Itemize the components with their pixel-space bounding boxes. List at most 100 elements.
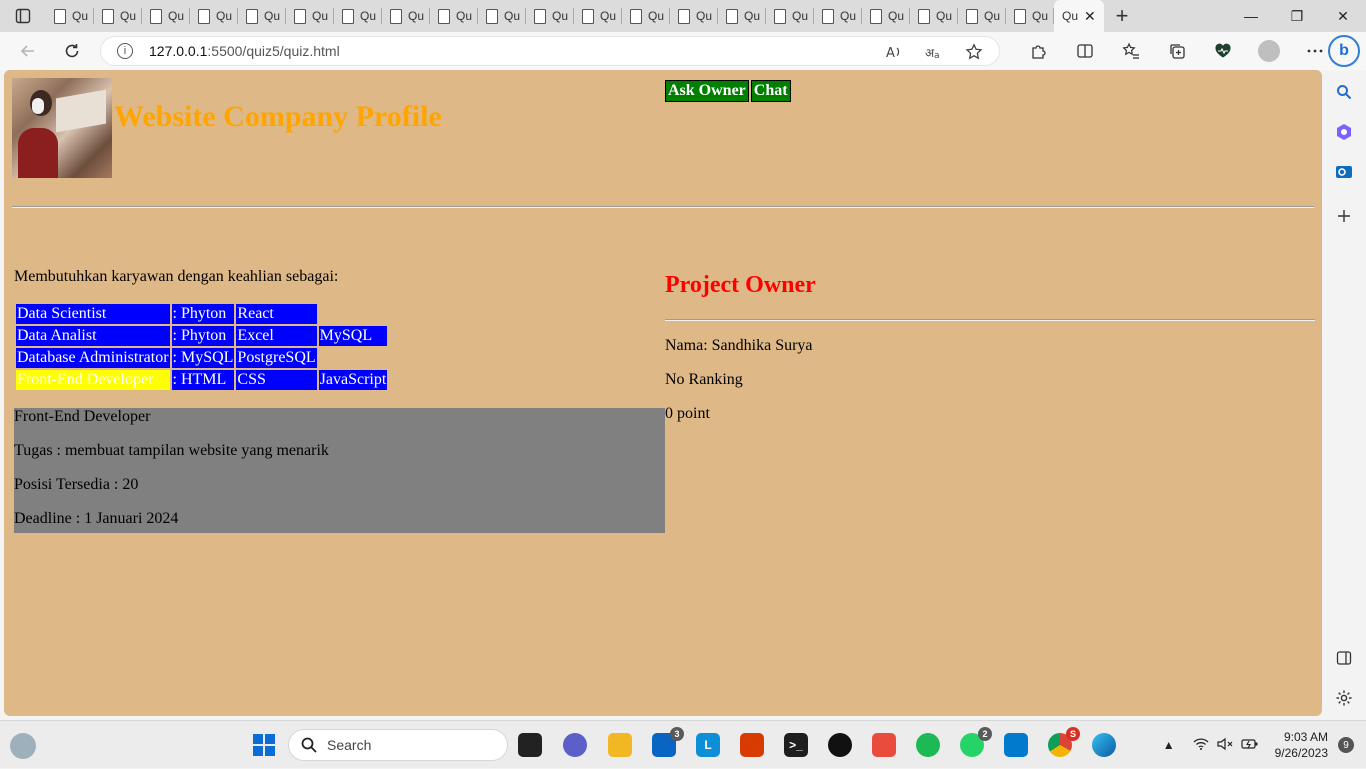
tab-actions-button[interactable]: [0, 0, 46, 32]
svg-text:a: a: [934, 51, 940, 61]
skill-role-cell: Data Analist: [16, 326, 170, 346]
tab[interactable]: Qu: [574, 0, 622, 32]
whatsapp-button[interactable]: 2: [960, 727, 992, 757]
sidebar-outlook-button[interactable]: [1334, 162, 1354, 182]
tab[interactable]: Qu: [670, 0, 718, 32]
task-view-button[interactable]: [518, 733, 542, 757]
tab[interactable]: Qu: [862, 0, 910, 32]
skill-row: Data Analist: Phyton Excel MySQL: [16, 326, 388, 346]
sidebar-copilot-button[interactable]: [1334, 122, 1354, 142]
tab[interactable]: Qu: [334, 0, 382, 32]
tab[interactable]: Qu: [382, 0, 430, 32]
detail-task: Tugas : membuat tampilan website yang me…: [14, 442, 329, 459]
skill-tool-cell: Excel: [236, 326, 317, 346]
read-aloud-icon[interactable]: A: [885, 43, 903, 61]
spotify-button[interactable]: [916, 733, 940, 757]
vscode-button[interactable]: [1004, 733, 1028, 757]
tab[interactable]: Qu: [478, 0, 526, 32]
translate-icon[interactable]: अa: [925, 43, 943, 61]
tab-actions-icon: [15, 8, 31, 24]
tab-label: Qu: [696, 9, 713, 23]
tab[interactable]: Qu: [430, 0, 478, 32]
site-info-icon[interactable]: i: [117, 43, 133, 59]
tab[interactable]: Qu: [718, 0, 766, 32]
tab[interactable]: Qu: [238, 0, 286, 32]
tab[interactable]: Qu: [766, 0, 814, 32]
page-icon: [150, 8, 162, 24]
tab[interactable]: Qu: [46, 0, 94, 32]
battery-icon[interactable]: [1241, 737, 1259, 754]
ask-owner-button[interactable]: Ask Owner: [665, 80, 749, 102]
sidebar-settings-button[interactable]: [1334, 688, 1354, 708]
owner-points: 0 point: [665, 405, 710, 422]
tab[interactable]: Qu: [286, 0, 334, 32]
taskbar-search[interactable]: Search: [288, 729, 508, 761]
browser-essentials-button[interactable]: [1200, 36, 1246, 66]
detail-deadline: Deadline : 1 Januari 2024: [14, 510, 179, 527]
media-app-button[interactable]: [828, 733, 852, 757]
close-tab-icon[interactable]: ✕: [1084, 8, 1096, 25]
clock[interactable]: 9:03 AM 9/26/2023: [1275, 729, 1328, 761]
split-screen-button[interactable]: [1062, 36, 1108, 66]
tab[interactable]: Qu: [1006, 0, 1054, 32]
paint-app-button[interactable]: [872, 733, 896, 757]
sidebar-panel-button[interactable]: [1334, 648, 1354, 668]
skill-row: Database Administrator: MySQL PostgreSQL: [16, 348, 387, 368]
lens-app-button[interactable]: L: [696, 733, 720, 757]
restore-button[interactable]: ❐: [1274, 0, 1320, 32]
tab-label: Qu: [552, 9, 569, 23]
extensions-button[interactable]: [1016, 36, 1062, 66]
tab[interactable]: Qu: [958, 0, 1006, 32]
profile-avatar[interactable]: [1258, 40, 1280, 62]
tab[interactable]: Qu: [622, 0, 670, 32]
chat-button[interactable]: Chat: [750, 80, 791, 102]
edge-button[interactable]: [1092, 733, 1116, 757]
tab-label: Qu: [744, 9, 761, 23]
new-tab-button[interactable]: +: [1104, 0, 1140, 32]
favorites-button[interactable]: [1108, 36, 1154, 66]
tab[interactable]: Qu: [94, 0, 142, 32]
collections-button[interactable]: [1154, 36, 1200, 66]
volume-muted-icon[interactable]: [1217, 737, 1233, 754]
search-placeholder: Search: [327, 737, 372, 753]
file-explorer-button[interactable]: [608, 733, 632, 757]
chrome-button[interactable]: S: [1048, 727, 1080, 757]
office-button[interactable]: [740, 733, 764, 757]
tab[interactable]: Qu: [814, 0, 862, 32]
mail-badge: 3: [670, 727, 684, 741]
start-button[interactable]: [252, 733, 276, 757]
tab-active[interactable]: Qu ✕: [1054, 0, 1104, 32]
tab[interactable]: Qu: [190, 0, 238, 32]
intro-text: Membutuhkan karyawan dengan keahlian seb…: [14, 268, 339, 285]
address-bar[interactable]: i 127.0.0.1:5500/quiz5/quiz.html A अa: [100, 36, 1000, 66]
skill-tool-cell: MySQL: [318, 326, 388, 346]
bing-copilot-button[interactable]: b: [1328, 35, 1360, 67]
skill-tool-cell: React: [236, 304, 317, 324]
terminal-button[interactable]: >_: [784, 733, 808, 757]
tab[interactable]: Qu: [142, 0, 190, 32]
tab[interactable]: Qu: [910, 0, 958, 32]
tab-label: Qu: [264, 9, 281, 23]
page-icon: [246, 8, 258, 24]
tab[interactable]: Qu: [526, 0, 574, 32]
wifi-icon[interactable]: [1193, 737, 1209, 754]
teams-chat-button[interactable]: [563, 733, 587, 757]
back-button[interactable]: [8, 35, 48, 67]
clock-time: 9:03 AM: [1283, 730, 1328, 744]
close-window-button[interactable]: ✕: [1320, 0, 1366, 32]
page-icon: [486, 8, 498, 24]
mail-button[interactable]: 3: [652, 727, 684, 757]
page-icon: [390, 8, 402, 24]
url-host: 127.0.0.1: [149, 43, 208, 59]
refresh-button[interactable]: [52, 35, 92, 67]
sidebar-add-button[interactable]: [1334, 206, 1354, 226]
tab-label: Qu: [840, 9, 857, 23]
widgets-button[interactable]: [10, 733, 36, 759]
page-icon: [678, 8, 690, 24]
notification-badge[interactable]: 9: [1338, 737, 1354, 753]
sidebar-search-button[interactable]: [1334, 82, 1354, 102]
favorite-star-icon[interactable]: [965, 43, 983, 61]
page-icon: [966, 8, 978, 24]
tray-overflow-icon[interactable]: ▲: [1163, 738, 1175, 752]
minimize-button[interactable]: —: [1228, 0, 1274, 32]
